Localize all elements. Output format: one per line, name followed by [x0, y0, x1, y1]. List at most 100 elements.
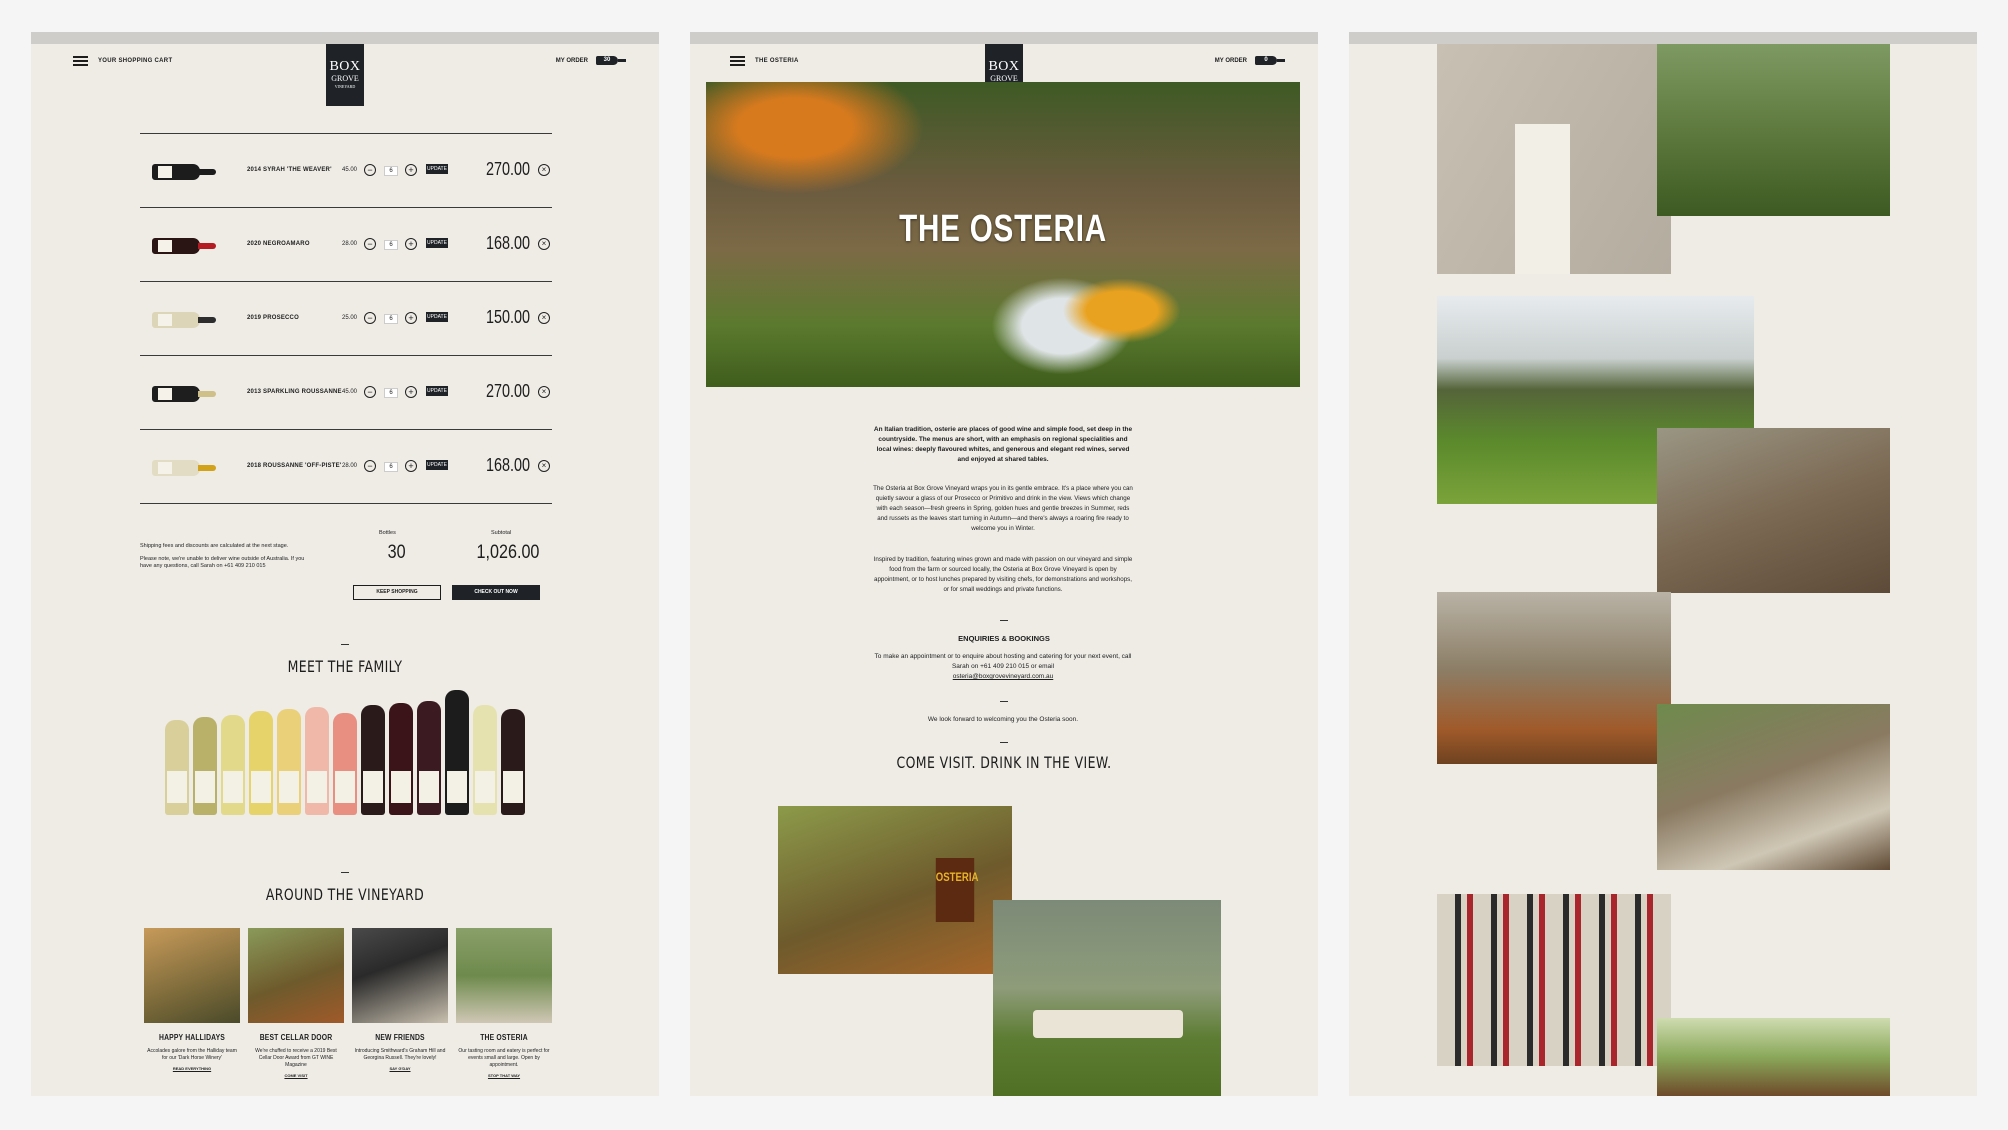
tile-image[interactable] [144, 928, 240, 1023]
menu-toggle[interactable]: YOUR SHOPPING CART [73, 56, 172, 66]
divider [341, 872, 349, 873]
cart-row: 2020 NEGROAMARO 28.00 − 6 + UPDATE 168.0… [140, 208, 552, 282]
bottle-icon [417, 701, 441, 815]
osteria-hero-image: THE OSTERIA [706, 82, 1300, 387]
update-button[interactable]: UPDATE [426, 238, 448, 248]
tile-title: NEW FRIENDS [375, 1033, 425, 1042]
tile-image[interactable] [456, 928, 552, 1023]
tile-link[interactable]: COME VISIT [248, 1073, 344, 1078]
my-order-link[interactable]: MY ORDER 30 [556, 56, 626, 65]
decrease-qty-button[interactable]: − [364, 312, 376, 324]
tile-link[interactable]: SAY G'DAY [352, 1066, 448, 1071]
remove-item-icon[interactable]: × [538, 164, 550, 176]
friends-toasting-photo [1657, 428, 1890, 593]
product-name: 2013 SPARKLING ROUSSANNE [247, 389, 342, 395]
quantity-input[interactable]: 6 [384, 462, 398, 472]
bottle-icon [501, 709, 525, 815]
update-button[interactable]: UPDATE [426, 460, 448, 470]
bottles-count: 30 [387, 542, 406, 563]
line-total: 150.00 [485, 307, 530, 327]
increase-qty-button[interactable]: + [405, 312, 417, 324]
divider [1000, 701, 1008, 702]
wine-bottle-image [152, 164, 216, 180]
shipping-note-1: Shipping fees and discounts are calculat… [140, 543, 289, 549]
gallery-panel [1349, 32, 1977, 1096]
my-order-label: MY ORDER [1214, 57, 1247, 64]
quantity-input[interactable]: 6 [384, 166, 398, 176]
quantity-input[interactable]: 6 [384, 240, 398, 250]
vineyard-view-photo [1657, 1018, 1890, 1096]
enquiries-text: To make an appointment or to enquire abo… [872, 652, 1134, 682]
news-tile[interactable]: BEST CELLAR DOOR We're chuffed to receiv… [248, 928, 344, 1078]
email-link[interactable]: osteria@boxgrovevineyard.com.au [953, 673, 1054, 680]
increase-qty-button[interactable]: + [405, 164, 417, 176]
product-name: 2014 SYRAH 'THE WEAVER' [247, 167, 332, 173]
remove-item-icon[interactable]: × [538, 312, 550, 324]
checkout-button[interactable]: CHECK OUT NOW [452, 585, 540, 600]
logo-line-2: GROVE [331, 74, 359, 84]
quantity-input[interactable]: 6 [384, 314, 398, 324]
bottle-icon [473, 705, 497, 815]
my-order-link[interactable]: MY ORDER 0 [1215, 56, 1285, 65]
tile-image[interactable] [352, 928, 448, 1023]
meet-family-heading: MEET THE FAMILY [287, 657, 403, 676]
subtotal-value: 1,026.00 [476, 542, 540, 563]
news-tile[interactable]: THE OSTERIA Our tasting room and eatery … [456, 928, 552, 1078]
decrease-qty-button[interactable]: − [364, 460, 376, 472]
update-button[interactable]: UPDATE [426, 312, 448, 322]
tile-link[interactable]: STOP THAT WAY [456, 1073, 552, 1078]
around-vineyard-heading: AROUND THE VINEYARD [265, 885, 425, 904]
decrease-qty-button[interactable]: − [364, 164, 376, 176]
order-count: 30 [596, 56, 618, 65]
update-button[interactable]: UPDATE [426, 164, 448, 174]
enquiries-heading: ENQUIRIES & BOOKINGS [958, 634, 1050, 643]
osteria-sign: OSTERIA [935, 858, 978, 922]
box-grove-logo[interactable]: BOX GROVE VINEYARD [326, 44, 364, 106]
tile-link[interactable]: READ EVERYTHING [144, 1066, 240, 1071]
decrease-qty-button[interactable]: − [364, 386, 376, 398]
divider [341, 644, 349, 645]
hamburger-icon[interactable] [73, 56, 88, 66]
osteria-sign-photo: OSTERIA [778, 806, 1012, 974]
remove-item-icon[interactable]: × [538, 386, 550, 398]
menu-toggle[interactable]: THE OSTERIA [730, 56, 799, 66]
increase-qty-button[interactable]: + [405, 460, 417, 472]
outdoor-lunch-photo [1657, 704, 1890, 870]
cart-page-panel: YOUR SHOPPING CART BOX GROVE VINEYARD MY… [31, 32, 659, 1096]
bottle-icon [445, 690, 469, 815]
divider [1000, 620, 1008, 621]
cart-row: 2014 SYRAH 'THE WEAVER' 45.00 − 6 + UPDA… [140, 134, 552, 208]
subtotal-label: Subtotal [491, 530, 512, 536]
cart-row: 2019 PROSECCO 25.00 − 6 + UPDATE 150.00 … [140, 282, 552, 356]
news-tile[interactable]: NEW FRIENDS Introducing Smithward's Grah… [352, 928, 448, 1078]
bottle-icon: 0 [1255, 56, 1285, 65]
bottle-icon [361, 705, 385, 815]
line-total: 168.00 [485, 233, 530, 253]
come-visit-heading: COME VISIT. DRINK IN THE VIEW. [896, 753, 1112, 772]
remove-item-icon[interactable]: × [538, 238, 550, 250]
line-total: 270.00 [485, 381, 530, 401]
news-tile[interactable]: HAPPY HALLIDAYS Accolades galore from th… [144, 928, 240, 1078]
tile-description: Accolades galore from the Halliday team … [147, 1048, 237, 1061]
tile-image[interactable] [248, 928, 344, 1023]
barn-dining-photo [1437, 592, 1671, 764]
hero-title: THE OSTERIA [899, 208, 1107, 250]
increase-qty-button[interactable]: + [405, 386, 417, 398]
line-total: 168.00 [485, 455, 530, 475]
bottle-icon: 30 [596, 56, 626, 65]
hamburger-icon[interactable] [730, 56, 745, 66]
logo-line-1: BOX [329, 59, 361, 75]
decrease-qty-button[interactable]: − [364, 238, 376, 250]
news-tiles: HAPPY HALLIDAYS Accolades galore from th… [144, 928, 552, 1078]
keep-shopping-button[interactable]: KEEP SHOPPING [353, 585, 441, 600]
cart-row: 2018 ROUSSANNE 'OFF-PISTE' 28.00 − 6 + U… [140, 430, 552, 504]
tile-description: Introducing Smithward's Graham Hill and … [354, 1048, 446, 1061]
quantity-input[interactable]: 6 [384, 388, 398, 398]
remove-item-icon[interactable]: × [538, 460, 550, 472]
bottles-label: Bottles [379, 530, 396, 536]
product-name: 2020 NEGROAMARO [247, 241, 310, 247]
update-button[interactable]: UPDATE [426, 386, 448, 396]
bottle-icon [165, 720, 189, 815]
tile-title: HAPPY HALLIDAYS [158, 1033, 226, 1042]
increase-qty-button[interactable]: + [405, 238, 417, 250]
